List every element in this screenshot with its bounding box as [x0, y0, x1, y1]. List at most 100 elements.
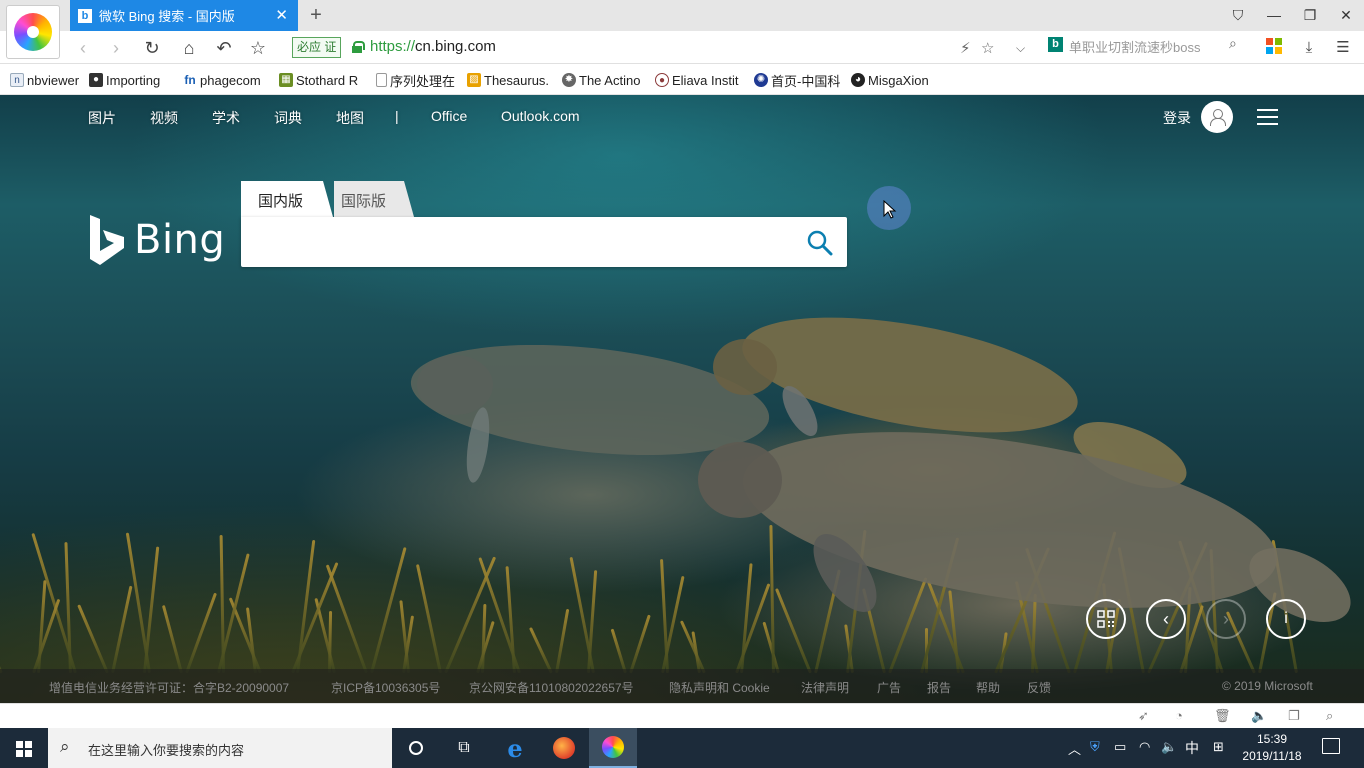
- bookmark-item[interactable]: ▨ Thesaurus.: [467, 71, 549, 89]
- tab-international[interactable]: 国际版: [334, 181, 414, 217]
- home-icon[interactable]: ⌂: [177, 36, 201, 60]
- trash-icon[interactable]: 🗑: [1214, 708, 1231, 724]
- avatar[interactable]: [1201, 101, 1233, 133]
- rocket-icon[interactable]: ➶: [1138, 708, 1149, 724]
- footer-legal[interactable]: 法律声明: [801, 679, 849, 696]
- search-icon: ⌕: [60, 737, 70, 756]
- qr-code-button[interactable]: [1086, 599, 1126, 639]
- nav-maps[interactable]: 地图: [336, 108, 364, 128]
- taskbar-search-placeholder[interactable]: 在这里输入你要搜索的内容: [88, 740, 244, 759]
- notification-center-icon[interactable]: [1322, 738, 1340, 754]
- snail-app-icon[interactable]: [540, 728, 588, 768]
- bookmark-item[interactable]: fn phagecom: [183, 71, 260, 89]
- tab-bar: b 微软 Bing 搜索 - 国内版 ✕ + ⛉ — ❐ ✕: [0, 0, 1364, 31]
- address-toolbar: ‹ › ↻ ⌂ ↶ ☆ 必应 证 https://cn.bing.com ⚡ ☆…: [0, 31, 1364, 64]
- thesaurus-icon: ▨: [467, 73, 481, 87]
- footer-ads[interactable]: 广告: [877, 679, 901, 696]
- refresh-icon[interactable]: ↻: [140, 36, 164, 60]
- browser-tab-active[interactable]: b 微软 Bing 搜索 - 国内版 ✕: [70, 0, 298, 31]
- chevron-left-icon: ‹: [1163, 608, 1169, 629]
- toolbar-search-box[interactable]: b 单职业切割流速秒boss ⌕: [1048, 35, 1248, 58]
- bookmark-item[interactable]: ● Eliava Instit: [655, 71, 738, 89]
- page-icon: [376, 73, 387, 87]
- maximize-button[interactable]: ❐: [1298, 4, 1322, 26]
- taskbar-search-box[interactable]: ⌕ 在这里输入你要搜索的内容: [48, 728, 392, 768]
- undo-close-icon[interactable]: ↶: [212, 36, 236, 60]
- apps-grid-icon[interactable]: [1264, 38, 1284, 58]
- next-image-button[interactable]: ›: [1206, 599, 1246, 639]
- url-text[interactable]: https://cn.bing.com: [370, 38, 496, 55]
- bookmark-item[interactable]: ✸ The Actino: [562, 71, 640, 89]
- footer-privacy[interactable]: 隐私声明和 Cookie: [669, 679, 770, 696]
- url-bar[interactable]: 必应 证 https://cn.bing.com ⚡ ☆ ⌵: [290, 35, 1040, 60]
- close-window-button[interactable]: ✕: [1334, 4, 1358, 26]
- system-clock[interactable]: 15:39 2019/11/18: [1237, 731, 1307, 765]
- edge-icon[interactable]: e: [491, 728, 539, 768]
- stothard-icon: ▦: [279, 73, 293, 87]
- bookmark-item[interactable]: ✺ 首页-中国科: [754, 71, 840, 89]
- footer-icp[interactable]: 京ICP备10036305号: [331, 679, 440, 696]
- bookmark-item[interactable]: ◕ MisgaXion: [851, 71, 929, 89]
- chevron-right-icon: ›: [1223, 608, 1229, 629]
- speaker-icon[interactable]: 🔈: [1161, 739, 1177, 755]
- footer-license[interactable]: 增值电信业务经营许可证：合字B2-20090007: [49, 679, 289, 696]
- search-button[interactable]: [807, 230, 833, 256]
- cortana-icon[interactable]: [392, 728, 440, 768]
- nav-images[interactable]: 图片: [88, 108, 116, 128]
- bookmark-star-icon[interactable]: ☆: [981, 39, 994, 57]
- bing-logo[interactable]: Bing: [88, 215, 225, 265]
- window-icon[interactable]: ❐: [1288, 708, 1300, 724]
- keyboard-grid-icon[interactable]: ⊞: [1213, 739, 1224, 755]
- nav-dictionary[interactable]: 词典: [274, 108, 302, 128]
- task-view-icon[interactable]: ⧉: [440, 728, 488, 768]
- nav-videos[interactable]: 视频: [150, 108, 178, 128]
- search-suggestion[interactable]: 单职业切割流速秒boss: [1069, 37, 1200, 56]
- back-icon[interactable]: ‹: [71, 36, 95, 60]
- lightning-icon[interactable]: ⚡: [960, 39, 971, 57]
- info-icon: i: [1284, 610, 1288, 627]
- hamburger-menu-icon[interactable]: [1257, 109, 1279, 125]
- browser-logo-icon[interactable]: [6, 5, 60, 59]
- bookmark-item[interactable]: ● Importing: [89, 71, 160, 89]
- accelerate-icon[interactable]: ◔: [1175, 708, 1183, 723]
- volume-icon[interactable]: 🔈: [1251, 708, 1267, 724]
- image-info-button[interactable]: i: [1266, 599, 1306, 639]
- battery-icon[interactable]: ▭: [1114, 739, 1126, 755]
- fn-icon: fn: [184, 73, 196, 87]
- nbviewer-icon: n: [10, 73, 24, 87]
- bookmark-item[interactable]: ▦ Stothard R: [279, 71, 358, 89]
- footer-report[interactable]: 报告: [927, 679, 951, 696]
- bookmark-item[interactable]: 序列处理在: [376, 71, 455, 89]
- tray-expand-icon[interactable]: ︿: [1068, 739, 1081, 758]
- favorite-star-icon[interactable]: ☆: [246, 36, 270, 60]
- minimize-button[interactable]: —: [1262, 4, 1286, 26]
- menu-icon[interactable]: ☰: [1333, 38, 1353, 58]
- previous-image-button[interactable]: ‹: [1146, 599, 1186, 639]
- nav-outlook[interactable]: Outlook.com: [501, 108, 580, 124]
- footer-feedback[interactable]: 反馈: [1027, 679, 1051, 696]
- search-icon[interactable]: ⌕: [1229, 35, 1237, 52]
- browser-app-icon[interactable]: [589, 728, 637, 768]
- shield-icon[interactable]: ⛨: [1090, 739, 1100, 755]
- bookmark-item[interactable]: n nbviewer: [10, 71, 79, 89]
- download-icon[interactable]: ⤓: [1299, 38, 1319, 58]
- ime-indicator[interactable]: 中: [1185, 738, 1199, 758]
- wifi-icon[interactable]: ◠: [1139, 739, 1150, 755]
- footer-police-record[interactable]: 京公网安备11010802022657号: [469, 679, 634, 696]
- new-tab-button[interactable]: +: [306, 3, 326, 27]
- windows-start-icon[interactable]: [0, 728, 48, 768]
- nav-academic[interactable]: 学术: [212, 108, 240, 128]
- close-tab-icon[interactable]: ✕: [275, 6, 288, 24]
- forward-icon[interactable]: ›: [104, 36, 128, 60]
- zoom-icon[interactable]: ⌕: [1326, 708, 1333, 724]
- footer-help[interactable]: 帮助: [976, 679, 1000, 696]
- search-input[interactable]: [253, 227, 793, 257]
- tab-domestic[interactable]: 国内版: [241, 181, 333, 217]
- skin-icon[interactable]: ⛉: [1226, 4, 1250, 26]
- lock-icon[interactable]: [352, 41, 365, 53]
- nav-office[interactable]: Office: [431, 108, 467, 124]
- bing-wordmark: Bing: [134, 217, 226, 263]
- certificate-badge[interactable]: 必应 证: [292, 37, 342, 58]
- login-link[interactable]: 登录: [1163, 108, 1191, 128]
- chevron-down-icon[interactable]: ⌵: [1016, 41, 1025, 56]
